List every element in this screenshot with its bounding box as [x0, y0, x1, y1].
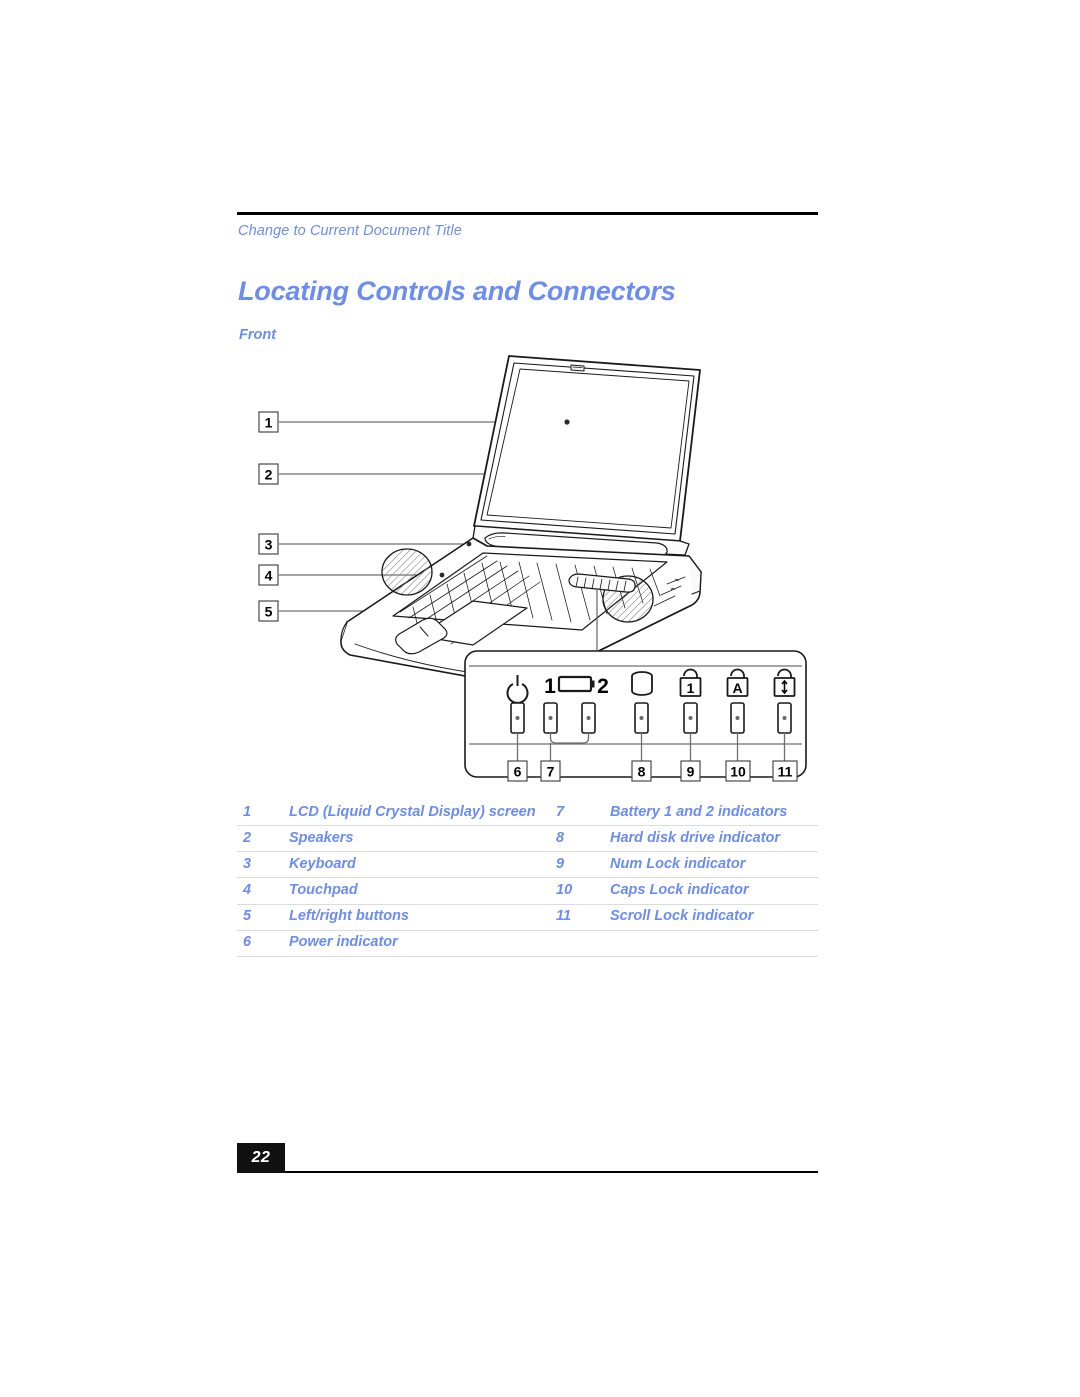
row-number: 1 — [237, 800, 269, 827]
row-number: 6 — [237, 930, 269, 957]
table-row: 6 Power indicator — [237, 930, 818, 957]
table-row: 3 Keyboard 9 Num Lock indicator — [237, 851, 818, 879]
running-header: Change to Current Document Title — [238, 223, 462, 239]
row-number-2 — [554, 930, 590, 957]
row-label: Power indicator — [269, 930, 554, 957]
indicator-panel-diagram: 1 2 1 A 6 7 8 9 10 11 — [464, 650, 807, 782]
svg-text:4: 4 — [265, 568, 273, 584]
row-label-2: Scroll Lock indicator — [590, 904, 818, 931]
svg-text:8: 8 — [638, 764, 646, 780]
row-number: 4 — [237, 877, 269, 905]
page-title: Locating Controls and Connectors — [238, 276, 676, 306]
table-row: 4 Touchpad 10 Caps Lock indicator — [237, 877, 818, 905]
svg-text:11: 11 — [778, 764, 793, 780]
row-number: 5 — [237, 904, 269, 931]
row-number-2: 10 — [554, 877, 590, 905]
svg-text:1: 1 — [265, 415, 273, 431]
svg-text:1: 1 — [687, 680, 695, 696]
row-label: Touchpad — [269, 877, 554, 905]
svg-text:2: 2 — [597, 675, 609, 698]
row-number-2: 7 — [554, 800, 590, 827]
table-row: 1 LCD (Liquid Crystal Display) screen 7 … — [237, 800, 818, 827]
section-subheading: Front — [239, 327, 277, 343]
row-number: 2 — [237, 825, 269, 853]
row-number-2: 9 — [554, 851, 590, 879]
row-label-2: Hard disk drive indicator — [590, 825, 818, 853]
row-label: Speakers — [269, 825, 554, 853]
row-label: Keyboard — [269, 851, 554, 879]
header-rule — [237, 212, 818, 215]
row-label-2: Battery 1 and 2 indicators — [590, 800, 818, 827]
svg-text:7: 7 — [547, 764, 555, 780]
svg-text:3: 3 — [265, 537, 273, 553]
svg-text:2: 2 — [265, 467, 273, 483]
svg-text:6: 6 — [514, 764, 522, 780]
row-label-2: Num Lock indicator — [590, 851, 818, 879]
row-label-2: Caps Lock indicator — [590, 877, 818, 905]
footer-rule — [285, 1171, 818, 1173]
laptop-front-figure: 1 2 3 4 5 1 2 1 A 6 7 8 9 10 11 — [237, 348, 818, 790]
svg-text:1: 1 — [544, 675, 556, 698]
figure-callouts-left: 1 2 3 4 5 — [258, 411, 279, 622]
row-label-2 — [590, 930, 818, 957]
row-label: LCD (Liquid Crystal Display) screen — [269, 800, 554, 827]
table-row: 2 Speakers 8 Hard disk drive indicator — [237, 825, 818, 853]
row-number-2: 11 — [554, 904, 590, 931]
svg-text:10: 10 — [730, 764, 746, 780]
svg-text:A: A — [732, 680, 742, 696]
row-number: 3 — [237, 851, 269, 879]
document-page: Change to Current Document Title Locatin… — [237, 0, 818, 1397]
svg-text:9: 9 — [687, 764, 695, 780]
row-number-2: 8 — [554, 825, 590, 853]
row-label: Left/right buttons — [269, 904, 554, 931]
svg-text:5: 5 — [265, 604, 273, 620]
parts-legend-table: 1 LCD (Liquid Crystal Display) screen 7 … — [237, 800, 818, 957]
table-row: 5 Left/right buttons 11 Scroll Lock indi… — [237, 904, 818, 931]
page-number-badge: 22 — [237, 1143, 285, 1173]
